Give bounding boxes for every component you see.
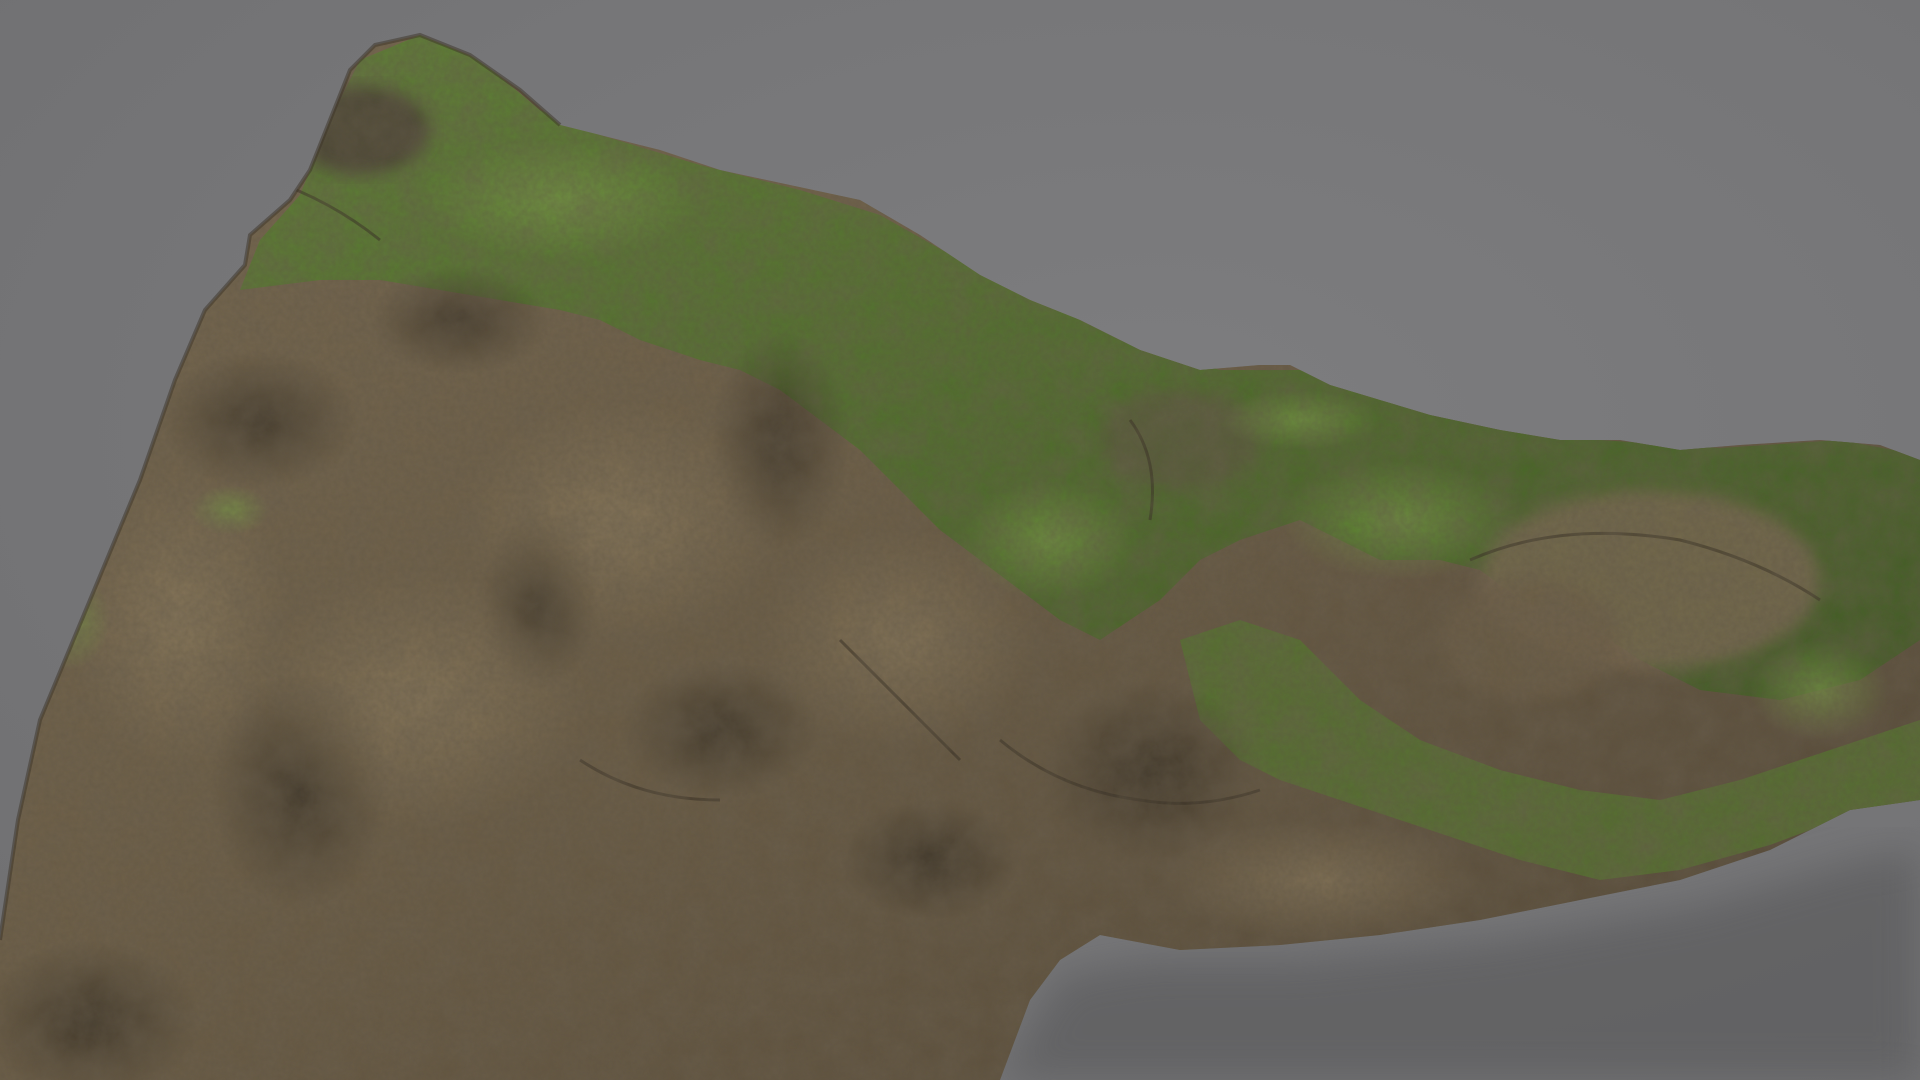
render-viewport <box>0 0 1920 1080</box>
rock-3d-model <box>0 32 1920 1080</box>
